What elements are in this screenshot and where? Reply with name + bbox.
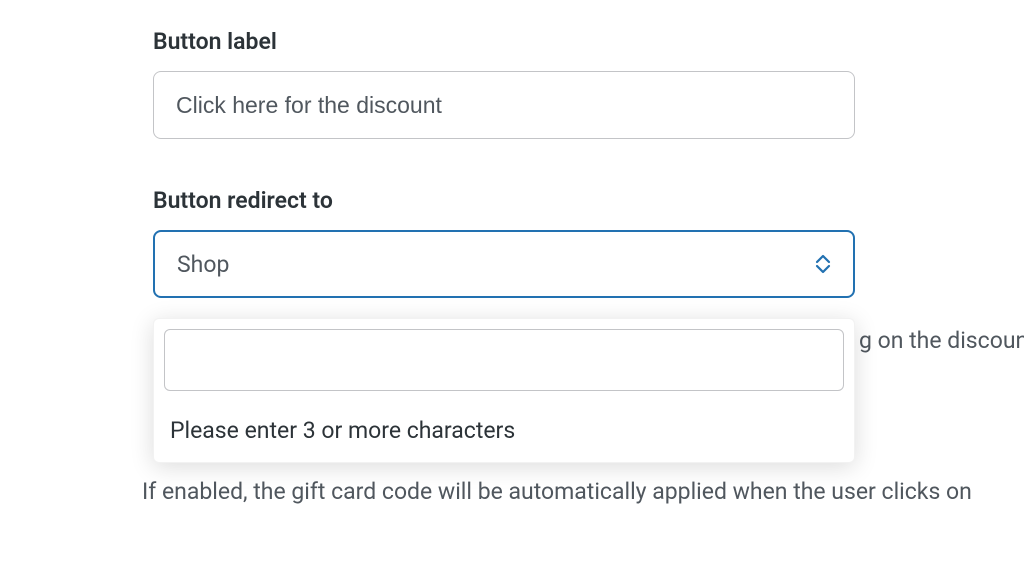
button-redirect-heading: Button redirect to [153, 187, 1024, 214]
redirect-search-hint: Please enter 3 or more characters [170, 417, 844, 444]
button-label-heading: Button label [153, 28, 1024, 55]
button-redirect-selected-value: Shop [177, 251, 229, 278]
button-label-field: Button label [153, 28, 1024, 139]
button-redirect-select[interactable]: Shop [153, 230, 855, 298]
redirect-dropdown-panel: Please enter 3 or more characters [153, 318, 855, 463]
button-redirect-field: Button redirect to Shop [153, 187, 1024, 298]
redirect-search-input[interactable] [164, 329, 844, 391]
chevron-up-down-icon [815, 254, 831, 274]
button-label-input[interactable] [153, 71, 855, 139]
auto-apply-description: If enabled, the gift card code will be a… [142, 478, 972, 505]
truncated-text-right: g on the discoun [859, 327, 1024, 354]
